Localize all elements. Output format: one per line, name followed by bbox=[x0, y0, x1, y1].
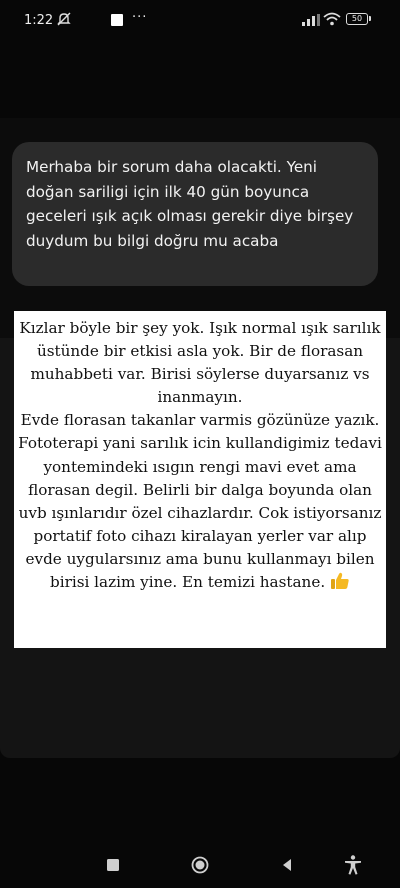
thumbs-up-icon bbox=[330, 572, 349, 590]
recent-apps-button[interactable] bbox=[102, 854, 124, 876]
wifi-icon bbox=[323, 12, 341, 26]
answer-box: Kızlar böyle bir şey yok. Işık normal ış… bbox=[14, 311, 386, 648]
mute-notification-icon bbox=[57, 12, 71, 26]
answer-text: Kızlar böyle bir şey yok. Işık normal ış… bbox=[16, 317, 384, 594]
status-bar: 1:22 ··· 50 bbox=[0, 0, 400, 40]
home-button[interactable] bbox=[189, 854, 211, 876]
question-bubble: Merhaba bir sorum daha olacakti. Yeni do… bbox=[12, 142, 378, 286]
accessibility-icon[interactable] bbox=[342, 854, 364, 876]
signal-icon bbox=[302, 14, 320, 26]
back-button[interactable] bbox=[276, 854, 298, 876]
answer-text-body: Kızlar böyle bir şey yok. Işık normal ış… bbox=[18, 319, 382, 592]
more-notifications-icon: ··· bbox=[132, 10, 148, 25]
app-notification-icon bbox=[111, 14, 123, 26]
battery-indicator: 50 bbox=[346, 13, 371, 25]
navigation-bar bbox=[0, 840, 400, 888]
status-time: 1:22 bbox=[24, 13, 54, 28]
